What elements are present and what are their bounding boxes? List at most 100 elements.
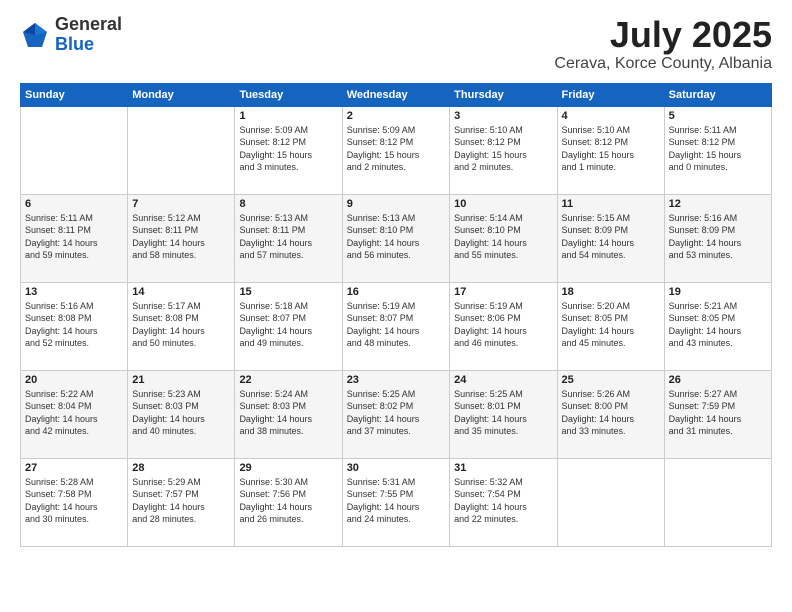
day-info: Sunrise: 5:31 AMSunset: 7:55 PMDaylight:… xyxy=(347,476,445,526)
calendar-cell: 20 Sunrise: 5:22 AMSunset: 8:04 PMDayligh… xyxy=(21,370,128,458)
day-info: Sunrise: 5:22 AMSunset: 8:04 PMDaylight:… xyxy=(25,388,123,438)
day-number: 12 xyxy=(669,198,767,210)
day-number: 17 xyxy=(454,286,552,298)
day-info: Sunrise: 5:30 AMSunset: 7:56 PMDaylight:… xyxy=(239,476,337,526)
day-number: 30 xyxy=(347,462,445,474)
col-tuesday: Tuesday xyxy=(235,83,342,106)
col-thursday: Thursday xyxy=(450,83,557,106)
day-info: Sunrise: 5:11 AMSunset: 8:12 PMDaylight:… xyxy=(669,124,767,174)
day-number: 20 xyxy=(25,374,123,386)
day-number: 28 xyxy=(132,462,230,474)
logo-general: General xyxy=(55,15,122,35)
day-info: Sunrise: 5:09 AMSunset: 8:12 PMDaylight:… xyxy=(239,124,337,174)
calendar-cell: 16 Sunrise: 5:19 AMSunset: 8:07 PMDayligh… xyxy=(342,282,449,370)
calendar-cell: 22 Sunrise: 5:24 AMSunset: 8:03 PMDayligh… xyxy=(235,370,342,458)
day-info: Sunrise: 5:13 AMSunset: 8:10 PMDaylight:… xyxy=(347,212,445,262)
calendar-cell: 26 Sunrise: 5:27 AMSunset: 7:59 PMDayligh… xyxy=(664,370,771,458)
calendar-cell: 1Sunrise: 5:09 AMSunset: 8:12 PMDaylight… xyxy=(235,106,342,194)
calendar-cell: 21Sunrise: 5:23 AMSunset: 8:03 PMDayligh… xyxy=(128,370,235,458)
day-number: 19 xyxy=(669,286,767,298)
calendar-cell: 13 Sunrise: 5:16 AMSunset: 8:08 PMDayligh… xyxy=(21,282,128,370)
day-info: Sunrise: 5:19 AMSunset: 8:06 PMDaylight:… xyxy=(454,300,552,350)
day-info: Sunrise: 5:20 AMSunset: 8:05 PMDaylight:… xyxy=(562,300,660,350)
calendar-cell: 12 Sunrise: 5:16 AMSunset: 8:09 PMDayligh… xyxy=(664,194,771,282)
calendar-cell xyxy=(21,106,128,194)
calendar-cell: 19Sunrise: 5:21 AMSunset: 8:05 PMDayligh… xyxy=(664,282,771,370)
calendar-cell: 17 Sunrise: 5:19 AMSunset: 8:06 PMDayligh… xyxy=(450,282,557,370)
day-number: 9 xyxy=(347,198,445,210)
day-number: 13 xyxy=(25,286,123,298)
day-number: 23 xyxy=(347,374,445,386)
day-number: 15 xyxy=(239,286,337,298)
day-info: Sunrise: 5:16 AMSunset: 8:08 PMDaylight:… xyxy=(25,300,123,350)
day-info: Sunrise: 5:11 AMSunset: 8:11 PMDaylight:… xyxy=(25,212,123,262)
title-block: July 2025 Cerava, Korce County, Albania xyxy=(554,15,772,73)
day-info: Sunrise: 5:10 AMSunset: 8:12 PMDaylight:… xyxy=(562,124,660,174)
calendar: Sunday Monday Tuesday Wednesday Thursday… xyxy=(20,83,772,547)
day-info: Sunrise: 5:13 AMSunset: 8:11 PMDaylight:… xyxy=(239,212,337,262)
calendar-week-4: 20 Sunrise: 5:22 AMSunset: 8:04 PMDayligh… xyxy=(21,370,772,458)
day-number: 10 xyxy=(454,198,552,210)
calendar-cell: 11 Sunrise: 5:15 AMSunset: 8:09 PMDayligh… xyxy=(557,194,664,282)
calendar-week-2: 6 Sunrise: 5:11 AMSunset: 8:11 PMDaylight… xyxy=(21,194,772,282)
calendar-cell: 15 Sunrise: 5:18 AMSunset: 8:07 PMDayligh… xyxy=(235,282,342,370)
day-number: 2 xyxy=(347,110,445,122)
day-info: Sunrise: 5:24 AMSunset: 8:03 PMDaylight:… xyxy=(239,388,337,438)
day-info: Sunrise: 5:15 AMSunset: 8:09 PMDaylight:… xyxy=(562,212,660,262)
day-number: 4 xyxy=(562,110,660,122)
calendar-cell: 7Sunrise: 5:12 AMSunset: 8:11 PMDaylight… xyxy=(128,194,235,282)
day-number: 29 xyxy=(239,462,337,474)
day-info: Sunrise: 5:25 AMSunset: 8:01 PMDaylight:… xyxy=(454,388,552,438)
day-info: Sunrise: 5:28 AMSunset: 7:58 PMDaylight:… xyxy=(25,476,123,526)
calendar-cell: 10 Sunrise: 5:14 AMSunset: 8:10 PMDayligh… xyxy=(450,194,557,282)
calendar-cell: 6 Sunrise: 5:11 AMSunset: 8:11 PMDaylight… xyxy=(21,194,128,282)
day-info: Sunrise: 5:27 AMSunset: 7:59 PMDaylight:… xyxy=(669,388,767,438)
day-number: 25 xyxy=(562,374,660,386)
day-info: Sunrise: 5:16 AMSunset: 8:09 PMDaylight:… xyxy=(669,212,767,262)
location-title: Cerava, Korce County, Albania xyxy=(554,55,772,73)
day-number: 11 xyxy=(562,198,660,210)
calendar-header-row: Sunday Monday Tuesday Wednesday Thursday… xyxy=(21,83,772,106)
logo-icon xyxy=(20,20,50,50)
day-info: Sunrise: 5:23 AMSunset: 8:03 PMDaylight:… xyxy=(132,388,230,438)
day-number: 24 xyxy=(454,374,552,386)
calendar-cell: 9 Sunrise: 5:13 AMSunset: 8:10 PMDaylight… xyxy=(342,194,449,282)
day-info: Sunrise: 5:19 AMSunset: 8:07 PMDaylight:… xyxy=(347,300,445,350)
logo: General Blue xyxy=(20,15,122,55)
calendar-cell: 5 Sunrise: 5:11 AMSunset: 8:12 PMDaylight… xyxy=(664,106,771,194)
day-info: Sunrise: 5:14 AMSunset: 8:10 PMDaylight:… xyxy=(454,212,552,262)
day-number: 14 xyxy=(132,286,230,298)
day-info: Sunrise: 5:25 AMSunset: 8:02 PMDaylight:… xyxy=(347,388,445,438)
col-saturday: Saturday xyxy=(664,83,771,106)
day-number: 26 xyxy=(669,374,767,386)
calendar-cell: 8Sunrise: 5:13 AMSunset: 8:11 PMDaylight… xyxy=(235,194,342,282)
day-info: Sunrise: 5:10 AMSunset: 8:12 PMDaylight:… xyxy=(454,124,552,174)
calendar-cell: 28 Sunrise: 5:29 AMSunset: 7:57 PMDayligh… xyxy=(128,458,235,546)
calendar-cell: 14 Sunrise: 5:17 AMSunset: 8:08 PMDayligh… xyxy=(128,282,235,370)
calendar-week-1: 1Sunrise: 5:09 AMSunset: 8:12 PMDaylight… xyxy=(21,106,772,194)
calendar-cell xyxy=(128,106,235,194)
day-number: 3 xyxy=(454,110,552,122)
day-number: 5 xyxy=(669,110,767,122)
day-info: Sunrise: 5:12 AMSunset: 8:11 PMDaylight:… xyxy=(132,212,230,262)
day-info: Sunrise: 5:18 AMSunset: 8:07 PMDaylight:… xyxy=(239,300,337,350)
day-number: 18 xyxy=(562,286,660,298)
day-info: Sunrise: 5:29 AMSunset: 7:57 PMDaylight:… xyxy=(132,476,230,526)
col-sunday: Sunday xyxy=(21,83,128,106)
day-info: Sunrise: 5:17 AMSunset: 8:08 PMDaylight:… xyxy=(132,300,230,350)
calendar-cell: 31 Sunrise: 5:32 AMSunset: 7:54 PMDayligh… xyxy=(450,458,557,546)
day-number: 6 xyxy=(25,198,123,210)
calendar-cell: 27Sunrise: 5:28 AMSunset: 7:58 PMDayligh… xyxy=(21,458,128,546)
logo-text: General Blue xyxy=(55,15,122,55)
day-info: Sunrise: 5:09 AMSunset: 8:12 PMDaylight:… xyxy=(347,124,445,174)
page: General Blue July 2025 Cerava, Korce Cou… xyxy=(0,0,792,612)
day-info: Sunrise: 5:32 AMSunset: 7:54 PMDaylight:… xyxy=(454,476,552,526)
logo-blue: Blue xyxy=(55,35,122,55)
day-number: 22 xyxy=(239,374,337,386)
calendar-cell xyxy=(664,458,771,546)
day-number: 16 xyxy=(347,286,445,298)
calendar-cell xyxy=(557,458,664,546)
col-wednesday: Wednesday xyxy=(342,83,449,106)
calendar-cell: 29 Sunrise: 5:30 AMSunset: 7:56 PMDayligh… xyxy=(235,458,342,546)
day-number: 31 xyxy=(454,462,552,474)
